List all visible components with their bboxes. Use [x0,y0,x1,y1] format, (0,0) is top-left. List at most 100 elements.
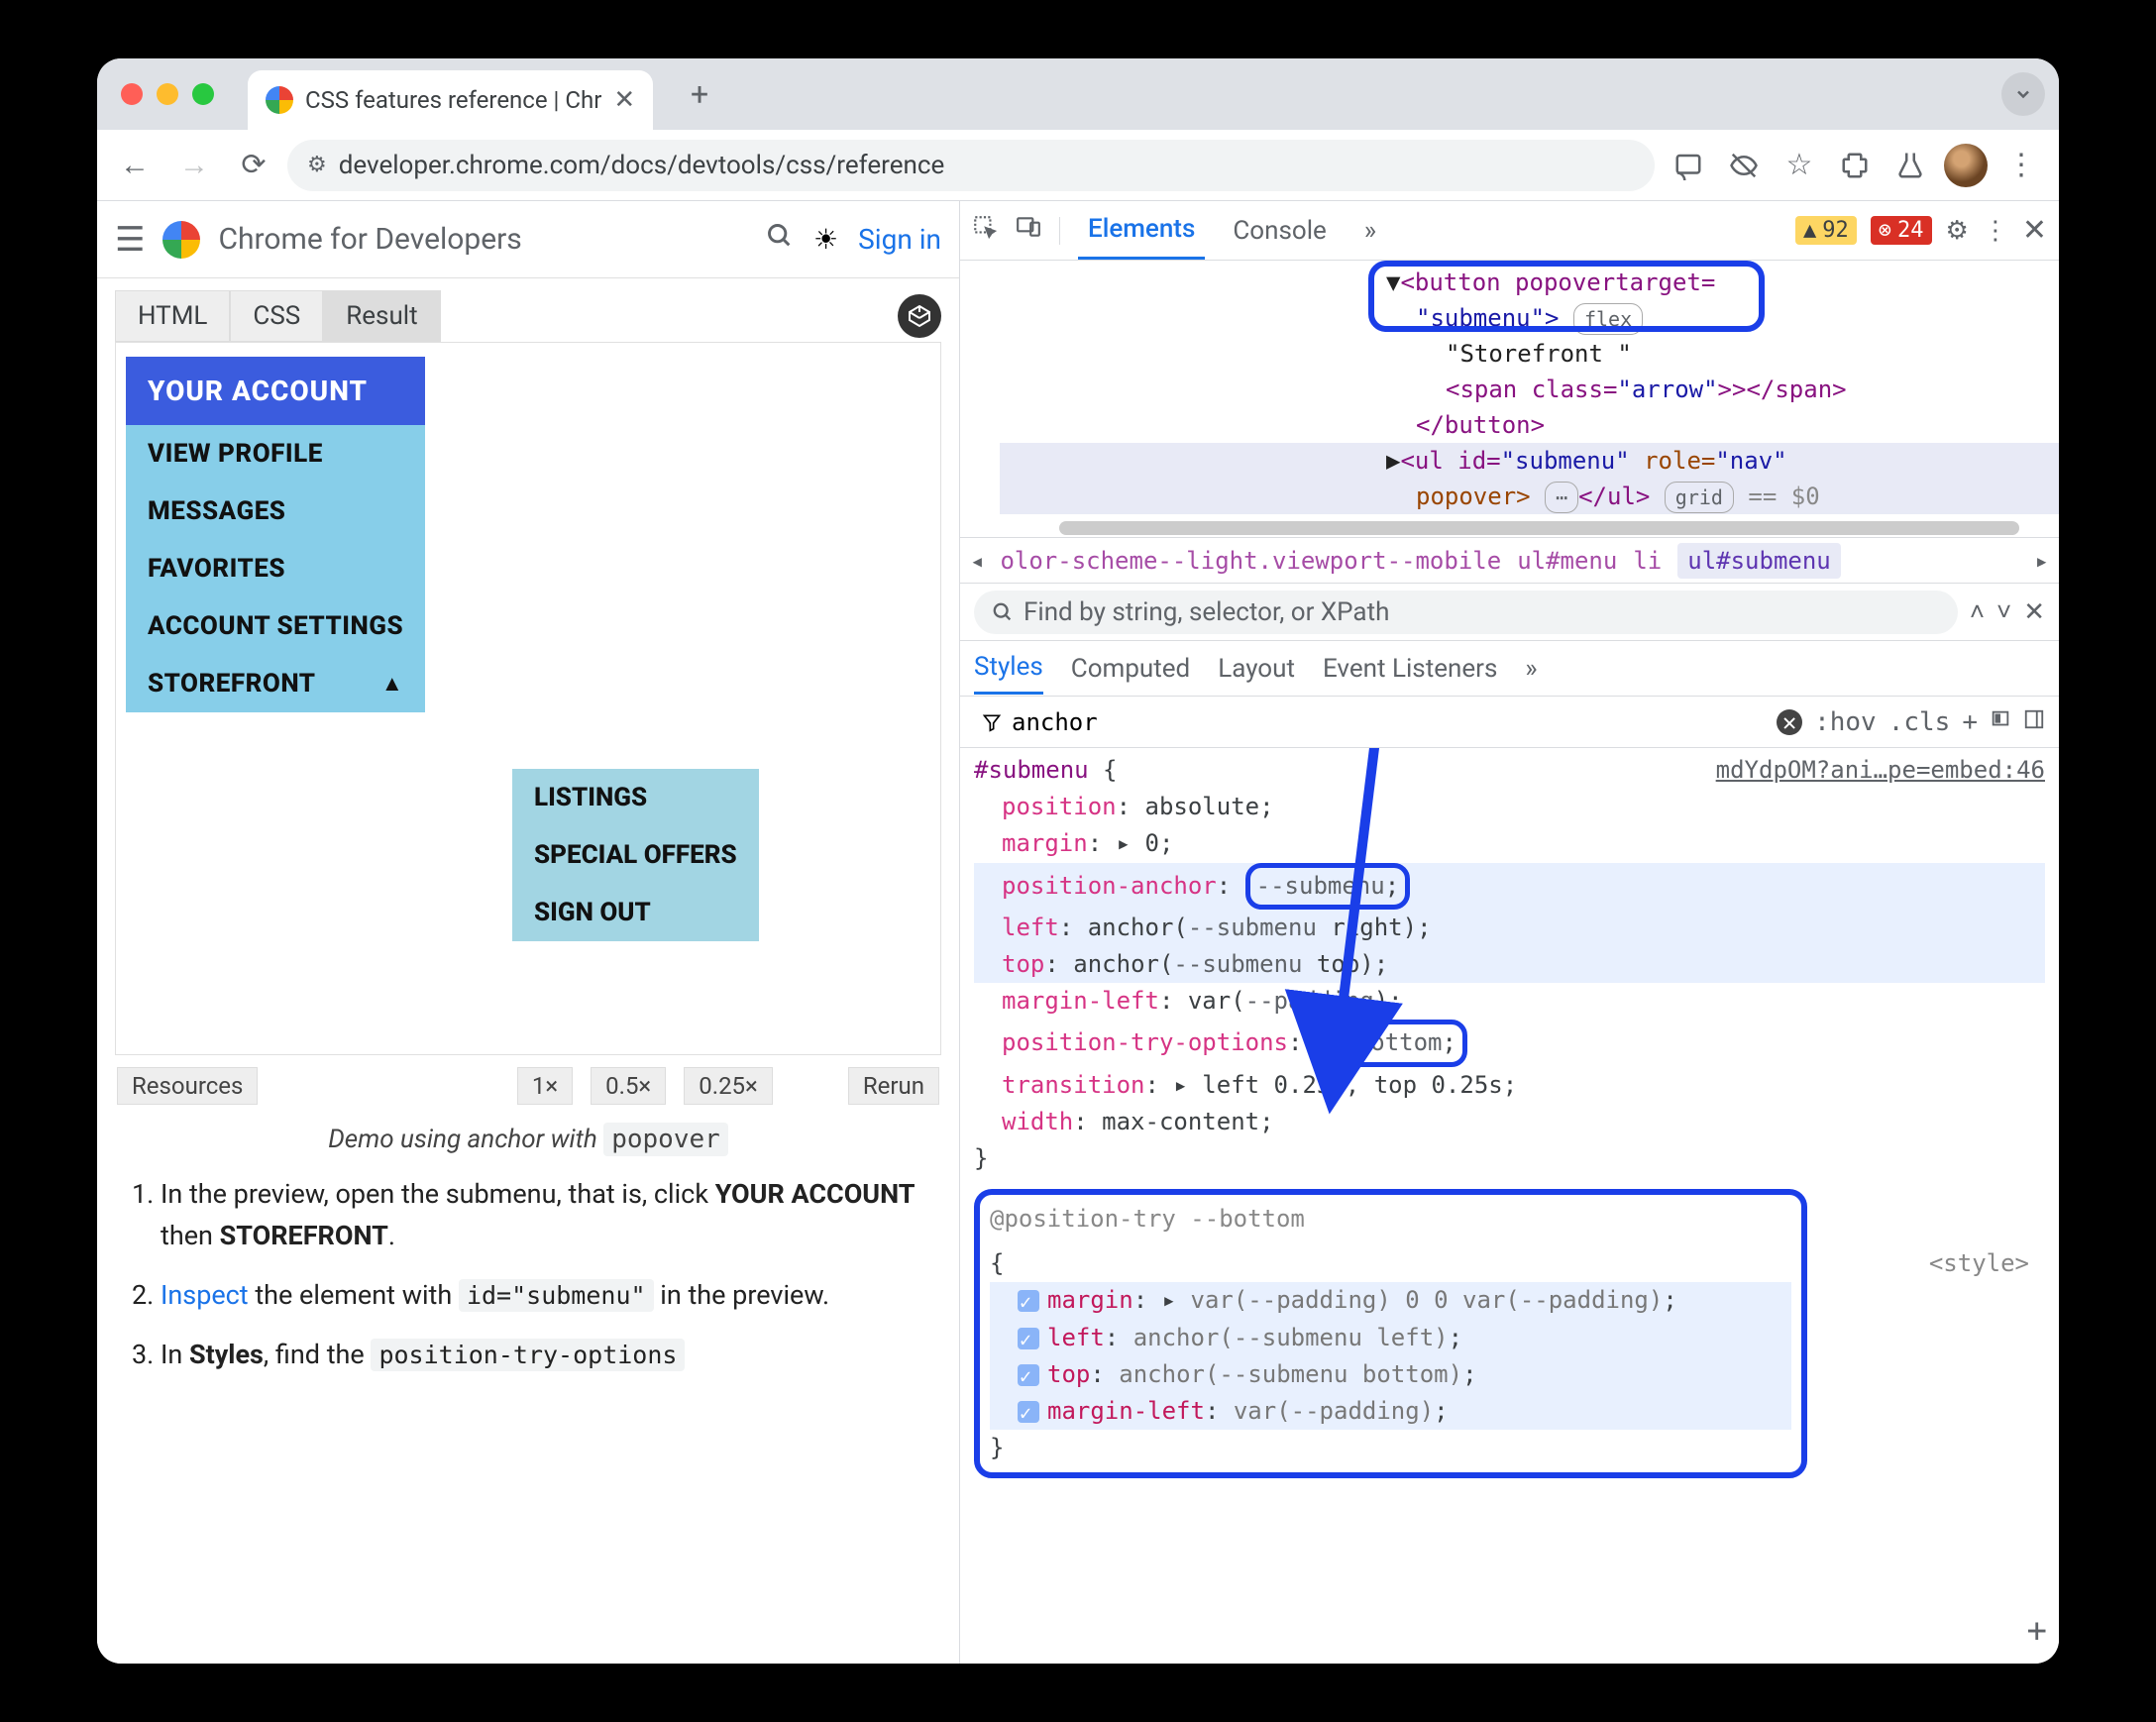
tab-computed[interactable]: Computed [1071,654,1190,684]
tab-elements[interactable]: Elements [1078,201,1205,260]
demo-pane: HTML CSS Result YOUR ACCOUNT VIEW PROFIL… [97,278,959,1154]
errors-badge[interactable]: ⊗ 24 [1871,216,1932,245]
tab-styles[interactable]: Styles [974,652,1043,695]
styles-body[interactable]: mdYdpOM?ani…pe=embed:46 #submenu { posit… [960,748,2059,1664]
grid-badge[interactable]: grid [1665,482,1734,513]
step-2: Inspect the element with id="submenu" in… [161,1275,931,1317]
extensions-icon[interactable] [1829,140,1881,191]
submenu-item[interactable]: SIGN OUT [512,884,759,941]
signin-link[interactable]: Sign in [858,223,941,256]
step-1: In the preview, open the submenu, that i… [161,1174,931,1257]
menu-item[interactable]: MESSAGES [126,483,425,540]
incognito-off-icon[interactable] [1718,140,1770,191]
url-bar[interactable]: ⚙ developer.chrome.com/docs/devtools/css… [287,140,1655,191]
find-input[interactable]: Find by string, selector, or XPath [974,591,1958,634]
site-header: ☰ Chrome for Developers ☀ Sign in [97,201,959,278]
maximize-window-button[interactable] [192,83,214,105]
menu-item-storefront[interactable]: STOREFRONT▲ [126,655,425,712]
styles-toolbar: anchor ✕ :hov .cls + [960,697,2059,748]
search-icon[interactable] [766,222,794,258]
ellipsis-badge[interactable]: ⋯ [1545,482,1578,513]
menu-item[interactable]: VIEW PROFILE [126,425,425,483]
styles-filter[interactable]: anchor [974,706,1106,738]
close-search-icon[interactable]: ✕ [2023,597,2045,627]
horizontal-scrollbar[interactable] [1059,521,2019,535]
tab-layout[interactable]: Layout [1218,654,1295,684]
bookmark-icon[interactable]: ☆ [1774,140,1825,191]
zoom-05x[interactable]: 0.5× [591,1067,666,1105]
traffic-lights [121,83,214,105]
tab-result[interactable]: Result [323,290,440,342]
inspect-link[interactable]: Inspect [161,1279,249,1311]
tab-overflow-button[interactable] [2001,72,2045,116]
new-style-rule-icon[interactable]: + [1962,707,1978,737]
cls-button[interactable]: .cls [1888,707,1951,737]
add-rule-icon[interactable]: + [2027,1605,2047,1658]
submenu-item[interactable]: LISTINGS [512,769,759,826]
resources-button[interactable]: Resources [117,1067,258,1105]
window-titlebar: CSS features reference | Chr ✕ + [97,58,2059,130]
tab-console[interactable]: Console [1223,201,1336,260]
hamburger-menu-icon[interactable]: ☰ [115,220,145,260]
tab-overflow-icon[interactable]: » [1525,654,1537,684]
breadcrumb-prev-icon[interactable]: ◂ [970,547,984,575]
next-match-icon[interactable]: ˅ [1996,596,2011,627]
tab-title: CSS features reference | Chr [305,86,601,114]
dom-breadcrumb[interactable]: ◂ olor-scheme--light.viewport--mobile ul… [960,538,2059,584]
codepen-icon[interactable] [898,294,941,338]
gear-icon[interactable]: ⚙ [1946,216,1969,246]
menu-header[interactable]: YOUR ACCOUNT [126,357,425,425]
browser-tab[interactable]: CSS features reference | Chr ✕ [248,70,653,130]
computed-styles-icon[interactable] [1990,707,2011,737]
site-title: Chrome for Developers [218,222,748,257]
close-devtools-icon[interactable]: ✕ [2022,213,2047,248]
tab-html[interactable]: HTML [115,290,230,342]
tab-overflow-icon[interactable]: » [1354,201,1386,260]
new-tab-button[interactable]: + [675,69,724,119]
tab-event-listeners[interactable]: Event Listeners [1323,654,1497,684]
filter-icon [982,712,1002,732]
toolbar-actions: ☆ ⋮ [1663,140,2047,191]
submenu-item[interactable]: SPECIAL OFFERS [512,826,759,884]
chevron-up-icon: ▲ [381,671,403,697]
browser-menu-icon[interactable]: ⋮ [1995,140,2047,191]
reload-button[interactable]: ⟳ [228,140,279,191]
clear-filter-icon[interactable]: ✕ [1777,709,1802,735]
zoom-025x[interactable]: 0.25× [684,1067,773,1105]
demo-footer: Resources 1× 0.5× 0.25× Rerun [115,1063,941,1109]
device-mode-icon[interactable] [1016,214,1041,247]
menu-item[interactable]: ACCOUNT SETTINGS [126,597,425,655]
rerun-button[interactable]: Rerun [848,1067,939,1105]
warnings-badge[interactable]: ▲ 92 [1795,216,1857,245]
menu-item[interactable]: FAVORITES [126,540,425,597]
breadcrumb-next-icon[interactable]: ▸ [2035,547,2049,575]
forward-button[interactable]: → [168,140,220,191]
select-element-icon[interactable] [972,214,998,247]
toggle-sidebar-icon[interactable] [2023,707,2045,737]
elements-dom-panel[interactable]: ▼<button popovertarget= "submenu"> flex … [960,261,2059,538]
labs-icon[interactable] [1885,140,1936,191]
zoom-1x[interactable]: 1× [517,1067,573,1105]
source-link[interactable]: mdYdpOM?ani…pe=embed:46 [1716,752,2045,789]
close-window-button[interactable] [121,83,143,105]
annotation-highlight-anchor-value: --submenu; [1245,863,1411,910]
profile-avatar[interactable] [1940,140,1992,191]
prev-match-icon[interactable]: ˄ [1970,596,1985,627]
browser-window: CSS features reference | Chr ✕ + ← → ⟳ ⚙… [97,58,2059,1664]
demo-menu: YOUR ACCOUNT VIEW PROFILE MESSAGES FAVOR… [126,357,425,712]
minimize-window-button[interactable] [157,83,178,105]
more-icon[interactable]: ⋮ [1983,216,2008,246]
demo-result-area: YOUR ACCOUNT VIEW PROFILE MESSAGES FAVOR… [115,342,941,1055]
style-source-link[interactable]: <style> [1929,1245,2029,1282]
demo-tabs: HTML CSS Result [115,290,941,342]
tab-css[interactable]: CSS [230,290,323,342]
cast-icon[interactable] [1663,140,1714,191]
site-info-icon[interactable]: ⚙ [307,153,327,177]
close-tab-icon[interactable]: ✕ [613,85,635,115]
theme-toggle-icon[interactable]: ☀ [813,223,838,256]
styles-subtabs: Styles Computed Layout Event Listeners » [960,641,2059,697]
annotation-highlight-pto-value: --bottom; [1317,1020,1467,1066]
devtools-panel: Elements Console » ▲ 92 ⊗ 24 ⚙ ⋮ ✕ ▼<but… [959,201,2059,1664]
hov-button[interactable]: :hov [1814,707,1877,737]
back-button[interactable]: ← [109,140,161,191]
